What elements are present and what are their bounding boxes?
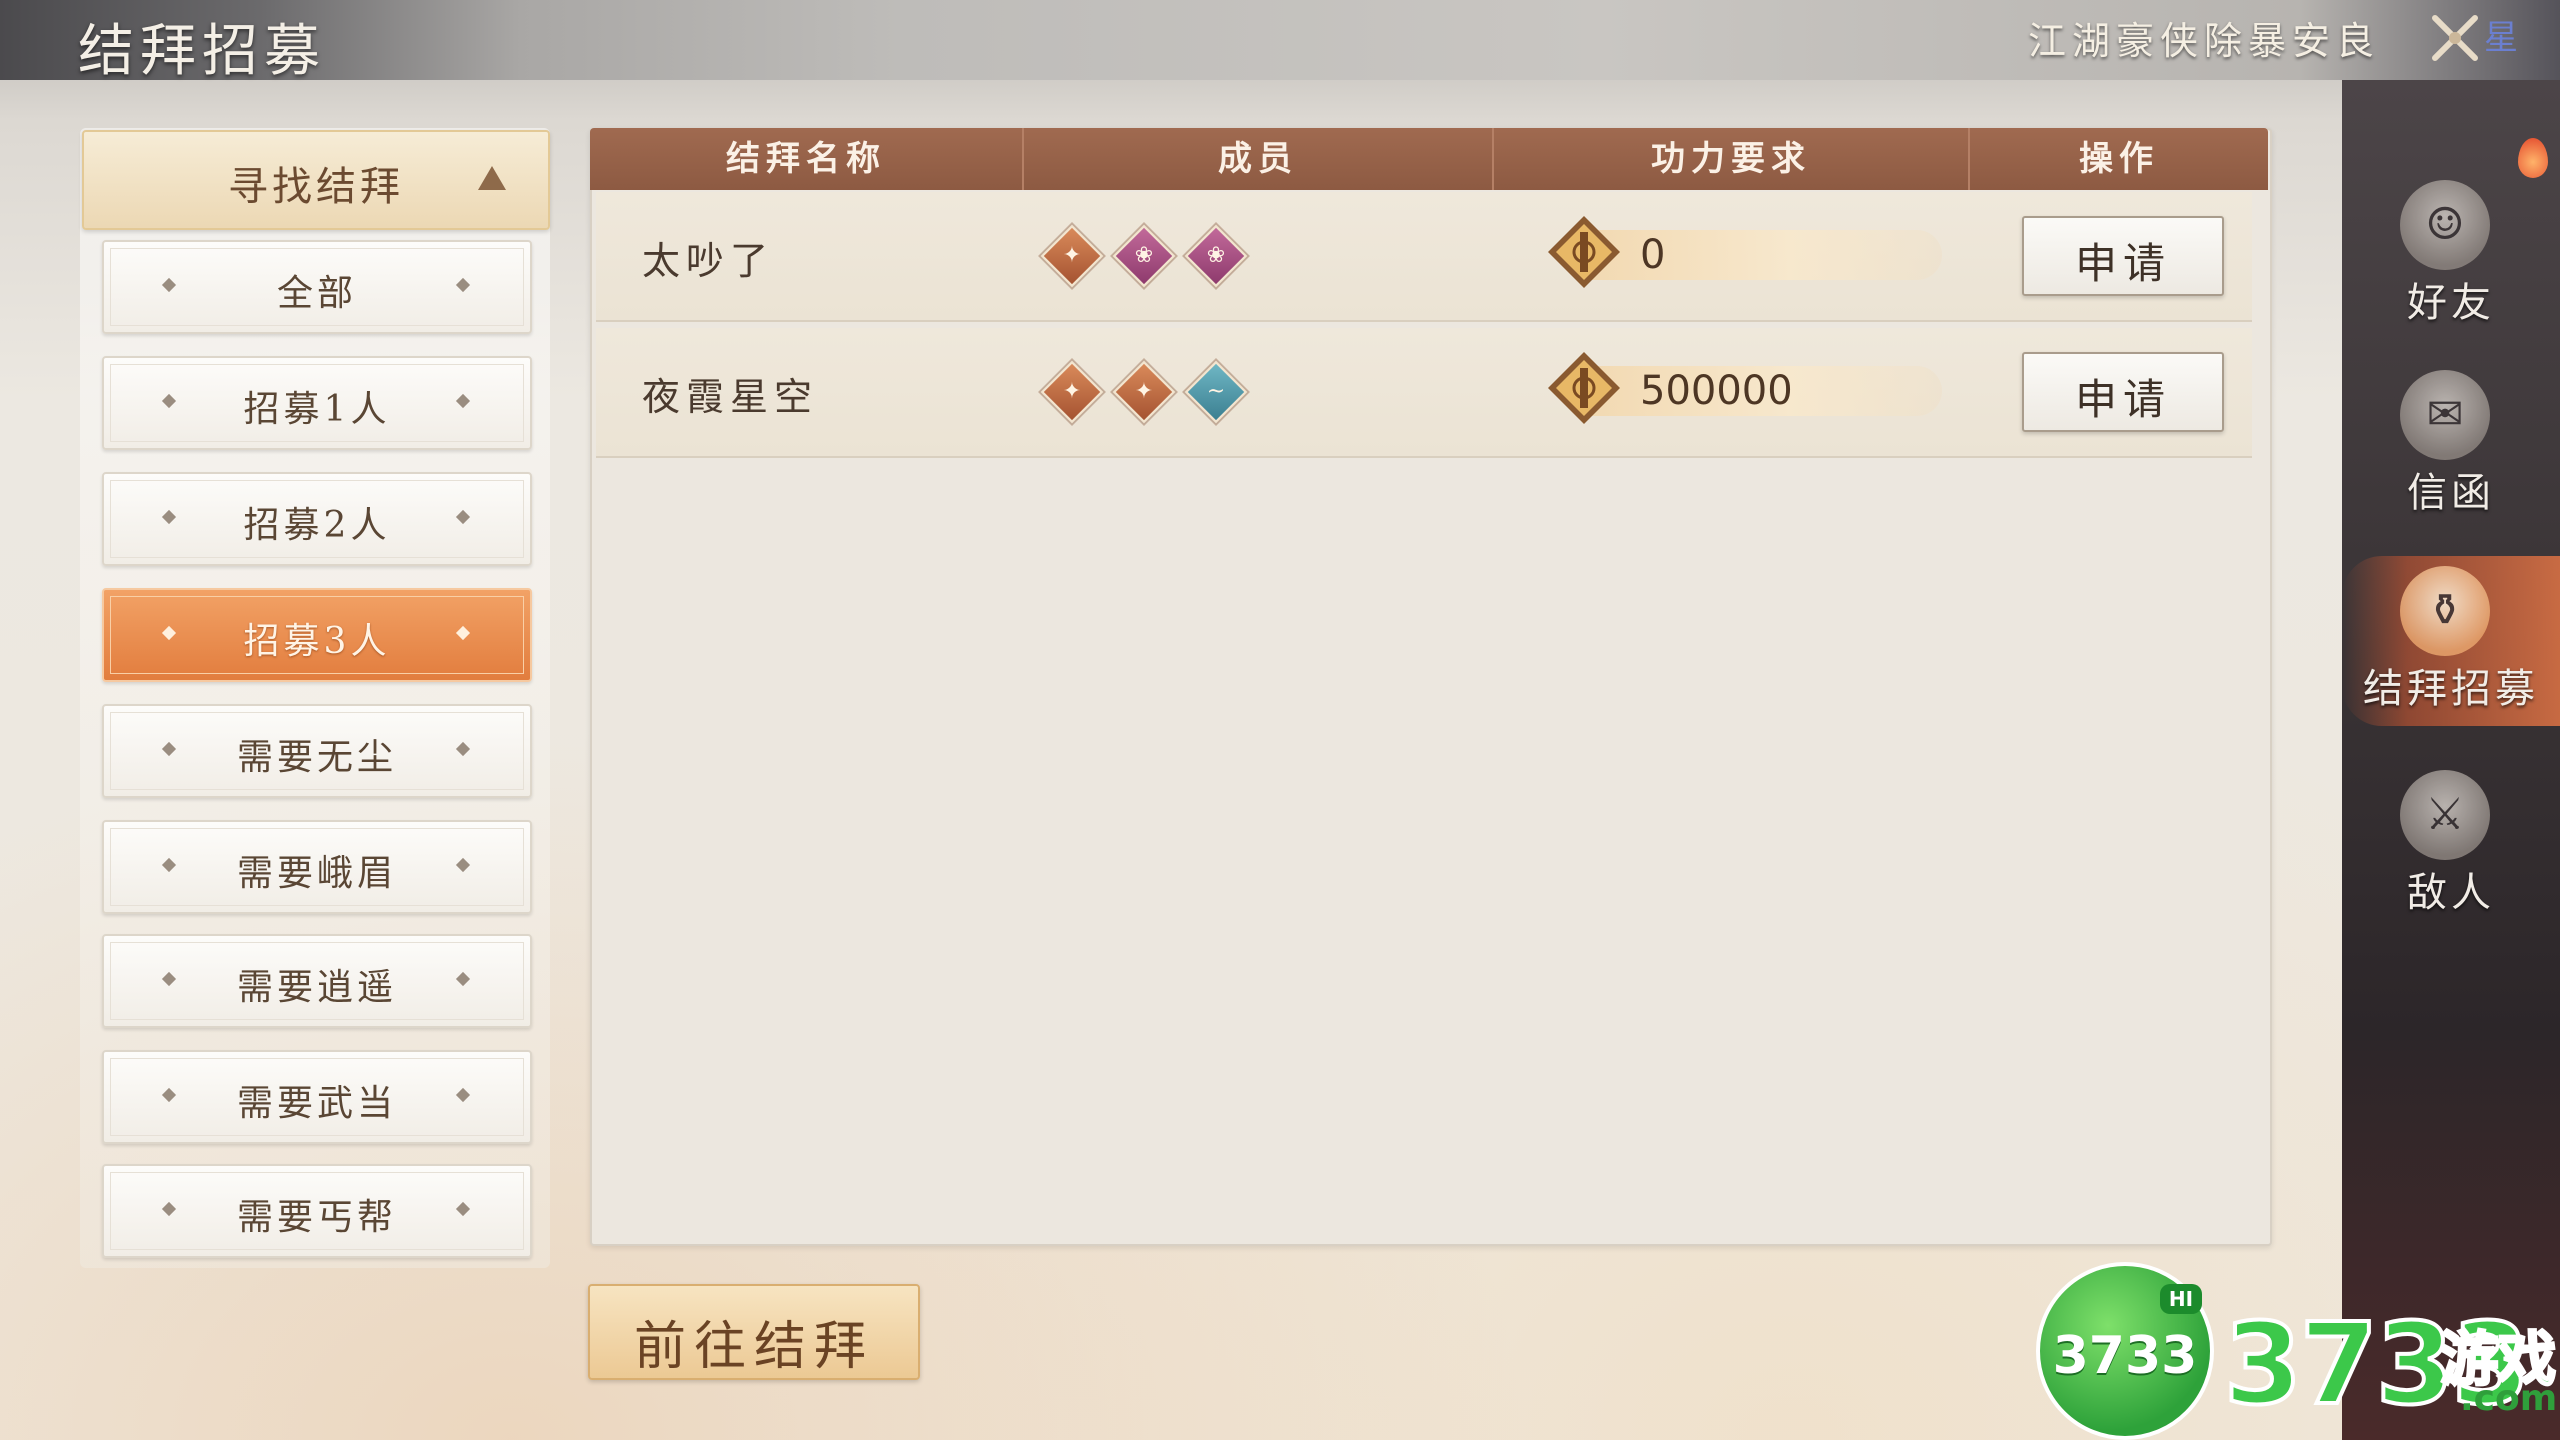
member-icon: ~ (1184, 360, 1248, 424)
friend-icon: ☺ (2400, 180, 2490, 270)
nav-item-letters[interactable]: ✉ 信函 (2342, 360, 2560, 530)
page-title: 结拜招募 (78, 19, 326, 84)
go-to-sworn-button[interactable]: 前往结拜 (588, 1284, 920, 1380)
member-icon: ✦ (1112, 360, 1176, 424)
letter-icon: ✉ (2400, 370, 2490, 460)
column-header-power: 功力要求 (1651, 139, 1811, 179)
nav-item-label: 信函 (2407, 470, 2495, 516)
nav-item-label: 好友 (2407, 280, 2495, 326)
sworn-group-name: 太吵了 (642, 239, 775, 283)
power-value: 500000 (1640, 368, 1793, 414)
category-item-recruit-3[interactable]: 招募3人 (102, 588, 532, 682)
member-icon: ❀ (1184, 224, 1248, 288)
apply-button[interactable]: 申请 (2022, 216, 2224, 296)
category-item-need-xiaoyao[interactable]: 需要逍遥 (102, 934, 532, 1028)
category-item-all[interactable]: 全部 (102, 240, 532, 334)
category-item-recruit-2[interactable]: 招募2人 (102, 472, 532, 566)
column-header-name: 结拜名称 (726, 139, 886, 179)
watermark-hi: HI (2160, 1284, 2202, 1314)
member-icon: ❀ (1112, 224, 1176, 288)
category-item-label: 需要丐帮 (236, 1197, 397, 1238)
category-item-recruit-1[interactable]: 招募1人 (102, 356, 532, 450)
power-requirement: 500000 (1522, 352, 1942, 426)
table-row: 夜霞星空 ✦ ✦ ~ 500000 申请 (596, 328, 2252, 458)
sworn-group-name: 夜霞星空 (642, 375, 819, 419)
power-emblem-icon (1548, 352, 1620, 424)
category-item-need-emei[interactable]: 需要峨眉 (102, 820, 532, 914)
category-header-find-sworn[interactable]: 寻找结拜 (82, 130, 550, 230)
nav-item-enemies[interactable]: ⚔ 敌人 (2342, 760, 2560, 930)
table-row: 太吵了 ✦ ❀ ❀ 0 申请 (596, 192, 2252, 322)
close-icon[interactable] (2425, 8, 2485, 68)
nav-item-label: 敌人 (2407, 870, 2495, 916)
category-item-need-wudang[interactable]: 需要武当 (102, 1050, 532, 1144)
watermark-domain: .com (2460, 1378, 2558, 1419)
sworn-recruit-icon: ⚱ (2400, 566, 2490, 656)
category-item-label: 需要武当 (236, 1083, 397, 1124)
table-header: 结拜名称 成员 功力要求 操作 (590, 128, 2268, 190)
category-item-label: 需要峨眉 (236, 853, 397, 894)
category-item-label: 全部 (276, 273, 357, 314)
nav-item-sworn-recruit[interactable]: ⚱ 结拜招募 (2342, 556, 2560, 726)
watermark-badge-text: 3733 (2052, 1326, 2198, 1386)
nav-item-label: 结拜招募 (2363, 666, 2539, 712)
enemy-icon: ⚔ (2400, 770, 2490, 860)
column-header-members: 成员 (1218, 139, 1298, 179)
apply-button-label: 申请 (2074, 239, 2171, 288)
nav-item-friends[interactable]: ☺ 好友 (2342, 170, 2560, 340)
category-item-label: 需要无尘 (236, 737, 397, 778)
category-item-need-gaibang[interactable]: 需要丐帮 (102, 1164, 532, 1258)
ribbon-banner-text: 江湖豪侠除暴安良 (2028, 19, 2381, 63)
apply-button[interactable]: 申请 (2022, 352, 2224, 432)
power-requirement: 0 (1522, 216, 1942, 290)
column-header-action: 操作 (2079, 139, 2159, 179)
apply-button-label: 申请 (2074, 375, 2171, 424)
category-item-label: 招募3人 (243, 621, 391, 662)
category-item-need-wuchen[interactable]: 需要无尘 (102, 704, 532, 798)
power-emblem-icon (1548, 216, 1620, 288)
category-item-label: 需要逍遥 (236, 967, 397, 1008)
power-value: 0 (1640, 232, 1666, 278)
collapse-arrow-icon[interactable] (478, 166, 506, 190)
go-to-sworn-label: 前往结拜 (633, 1317, 874, 1377)
category-item-label: 招募1人 (243, 389, 391, 430)
category-item-label: 招募2人 (243, 505, 391, 546)
member-icon: ✦ (1040, 224, 1104, 288)
ribbon-extra-text: 星 (2484, 18, 2518, 58)
member-icon: ✦ (1040, 360, 1104, 424)
